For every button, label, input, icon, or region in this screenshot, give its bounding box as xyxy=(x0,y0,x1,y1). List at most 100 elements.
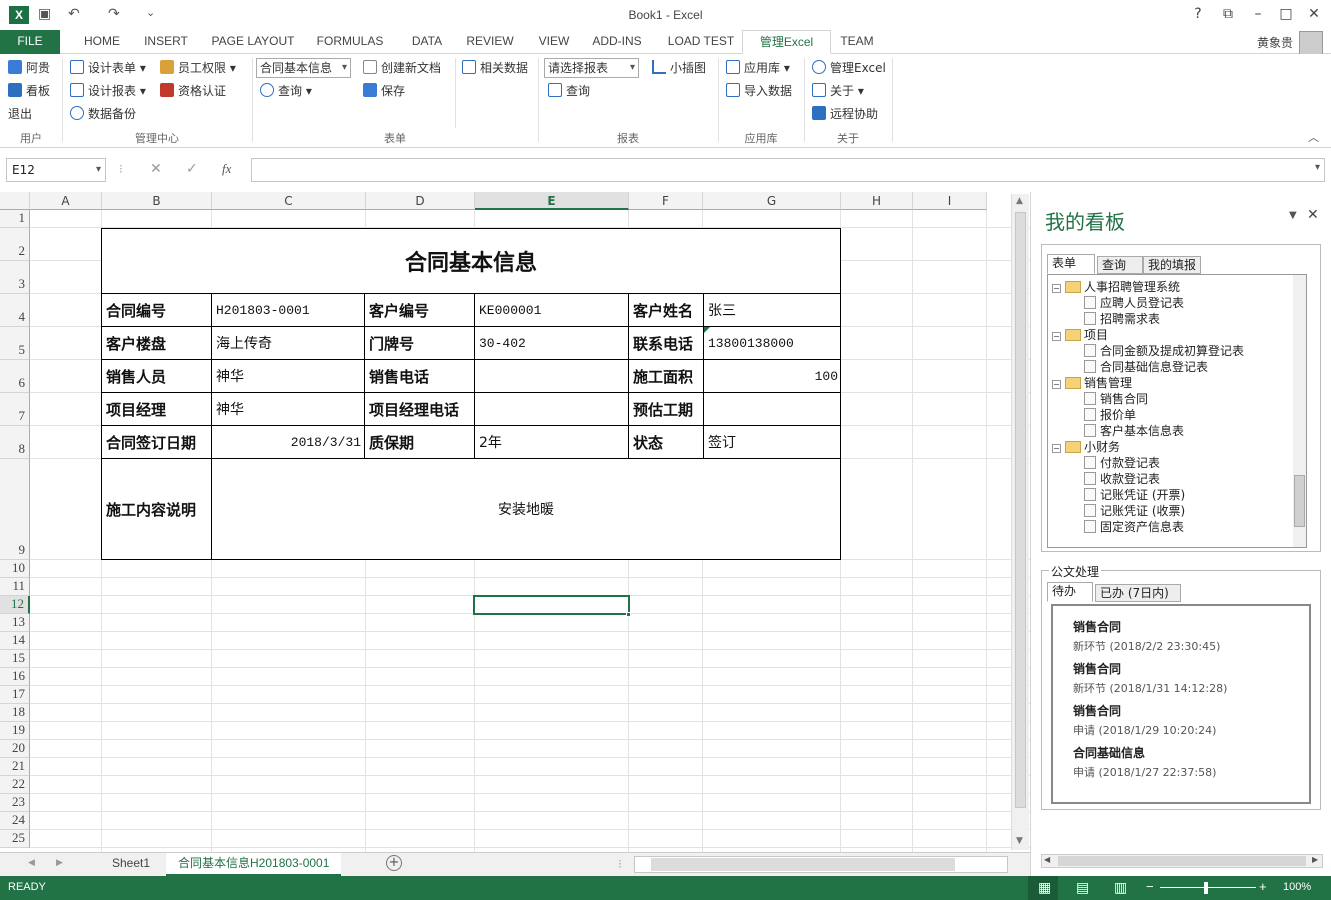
pane-tab[interactable]: 表单 xyxy=(1047,254,1095,274)
row-header[interactable]: 12 xyxy=(0,596,30,614)
row-header[interactable]: 11 xyxy=(0,578,30,596)
row-header[interactable]: 22 xyxy=(0,776,30,794)
form-tree[interactable]: − 人事招聘管理系统 应聘人员登记表 招聘需求表 − 项目 合同金额及提成初算登记表 合同基础… xyxy=(1047,274,1307,548)
tree-item[interactable]: 应聘人员登记表 xyxy=(1084,295,1184,311)
tree-item[interactable]: 招聘需求表 xyxy=(1084,311,1160,327)
field-value[interactable]: H201803-0001 xyxy=(212,294,364,326)
tab-item[interactable]: INSERT xyxy=(140,30,192,54)
tab-item[interactable]: HOME xyxy=(76,30,128,54)
form-query-button[interactable]: 查询 ▾ xyxy=(260,81,312,101)
zoom-out-icon[interactable]: − xyxy=(1146,879,1154,894)
tab-item[interactable]: VIEW xyxy=(532,30,576,54)
select-all-corner[interactable] xyxy=(0,192,30,210)
zoom-level[interactable]: 100% xyxy=(1283,881,1311,893)
tab-item[interactable]: ADD-INS xyxy=(586,30,648,54)
tree-scrollbar[interactable] xyxy=(1293,275,1306,547)
sheet-tab-sheet1[interactable]: Sheet1 xyxy=(100,853,162,876)
row-header[interactable]: 21 xyxy=(0,758,30,776)
row-header[interactable]: 25 xyxy=(0,830,30,848)
column-header[interactable]: A xyxy=(30,192,102,210)
minimize-button[interactable]: – xyxy=(1246,6,1270,22)
field-value[interactable]: 神华 xyxy=(212,393,364,425)
tab-item[interactable]: 管理Excel xyxy=(742,30,831,54)
row-header[interactable]: 8 xyxy=(0,426,30,459)
worksheet-grid[interactable]: A B C D E F G H I 1 2 3 4 5 6 7 8 9 10 11 12 13 14 15 16 17 18 19 20… xyxy=(0,192,1030,852)
tab-file[interactable]: FILE xyxy=(0,30,60,54)
data-backup-button[interactable]: 数据备份 xyxy=(70,104,136,124)
column-header[interactable]: I xyxy=(913,192,987,210)
row-header[interactable]: 3 xyxy=(0,261,30,294)
field-value[interactable]: 安装地暖 xyxy=(212,459,840,559)
scroll-thumb[interactable] xyxy=(1015,212,1026,808)
zoom-slider[interactable] xyxy=(1160,887,1256,888)
tab-item[interactable]: FORMULAS xyxy=(312,30,388,54)
column-header[interactable]: E xyxy=(475,192,629,210)
field-value[interactable]: KE000001 xyxy=(475,294,628,326)
column-header[interactable]: G xyxy=(703,192,841,210)
collapse-icon[interactable]: − xyxy=(1052,284,1061,293)
pane-hscrollbar[interactable]: ◀ ▶ xyxy=(1041,854,1323,868)
field-value[interactable] xyxy=(475,360,628,392)
tree-folder[interactable]: − 项目 xyxy=(1052,327,1108,343)
cancel-icon[interactable]: ✕ xyxy=(150,161,162,177)
todo-title[interactable]: 合同基础信息 xyxy=(1073,744,1145,761)
report-query-button[interactable]: 查询 xyxy=(548,81,590,101)
prev-sheet-icon[interactable]: ◀ xyxy=(28,858,35,868)
row-header[interactable]: 15 xyxy=(0,650,30,668)
scroll-left-icon[interactable]: ◀ xyxy=(1044,855,1050,864)
tree-item[interactable]: 客户基本信息表 xyxy=(1084,423,1184,439)
report-select[interactable]: 请选择报表 xyxy=(544,58,639,78)
tree-item[interactable]: 记账凭证 (收票) xyxy=(1084,503,1185,519)
row-header[interactable]: 13 xyxy=(0,614,30,632)
column-header[interactable]: F xyxy=(629,192,703,210)
row-header[interactable]: 24 xyxy=(0,812,30,830)
expand-formula-icon[interactable]: ▾ xyxy=(1315,162,1320,173)
dashboard-button[interactable]: 看板 xyxy=(8,81,50,101)
field-value[interactable]: 30-402 xyxy=(475,327,628,359)
close-button[interactable]: ✕ xyxy=(1302,6,1326,22)
field-value[interactable]: 2018/3/31 xyxy=(212,426,364,458)
related-data-button[interactable]: 相关数据 xyxy=(462,58,528,78)
field-value[interactable] xyxy=(704,393,841,425)
field-value[interactable]: 签订 xyxy=(704,426,841,458)
design-report-button[interactable]: 设计报表 ▾ xyxy=(70,81,146,101)
column-header[interactable]: H xyxy=(841,192,913,210)
design-form-button[interactable]: 设计表单 ▾ xyxy=(70,58,146,78)
create-document-button[interactable]: 创建新文档 xyxy=(363,58,441,78)
column-header[interactable]: B xyxy=(102,192,212,210)
help-button[interactable]: ? xyxy=(1186,6,1210,22)
row-header[interactable]: 2 xyxy=(0,228,30,261)
row-header[interactable]: 7 xyxy=(0,393,30,426)
tree-item[interactable]: 付款登记表 xyxy=(1084,455,1160,471)
tree-folder[interactable]: − 小财务 xyxy=(1052,439,1120,455)
qualification-button[interactable]: 资格认证 xyxy=(160,81,226,101)
collapse-icon[interactable]: − xyxy=(1052,380,1061,389)
tree-item[interactable]: 合同金额及提成初算登记表 xyxy=(1084,343,1244,359)
collapse-icon[interactable]: − xyxy=(1052,444,1061,453)
tab-item[interactable]: REVIEW xyxy=(462,30,518,54)
row-header[interactable]: 10 xyxy=(0,560,30,578)
field-value[interactable]: 海上传奇 xyxy=(212,327,364,359)
row-header[interactable]: 6 xyxy=(0,360,30,393)
page-break-view-icon[interactable]: ▥ xyxy=(1114,879,1127,896)
tree-item[interactable]: 合同基础信息登记表 xyxy=(1084,359,1208,375)
field-value[interactable]: 13800138000 xyxy=(704,327,841,359)
remote-assist-button[interactable]: 远程协助 xyxy=(812,104,878,124)
page-layout-view-icon[interactable]: ▤ xyxy=(1076,879,1089,896)
field-value[interactable]: 100 xyxy=(704,360,841,392)
user-a-gui-button[interactable]: 阿贵 xyxy=(8,58,50,78)
horizontal-scrollbar[interactable] xyxy=(634,856,1008,873)
tab-item[interactable]: DATA xyxy=(403,30,451,54)
ribbon-display-icon[interactable]: ⧉ xyxy=(1216,6,1240,22)
row-header[interactable]: 17 xyxy=(0,686,30,704)
scroll-down-icon[interactable]: ▼ xyxy=(1016,836,1023,846)
tab-item[interactable]: TEAM xyxy=(830,30,884,54)
about-button[interactable]: 关于 ▾ xyxy=(812,81,864,101)
scroll-thumb[interactable] xyxy=(651,858,955,871)
insert-function-icon[interactable]: fx xyxy=(222,161,231,177)
zoom-in-icon[interactable]: + xyxy=(1259,879,1267,894)
sheet-title[interactable]: 合同基本信息 xyxy=(101,229,841,293)
sheet-tab-contract[interactable]: 合同基本信息H201803-0001 xyxy=(166,853,342,876)
next-sheet-icon[interactable]: ▶ xyxy=(56,858,63,868)
tree-item[interactable]: 收款登记表 xyxy=(1084,471,1160,487)
